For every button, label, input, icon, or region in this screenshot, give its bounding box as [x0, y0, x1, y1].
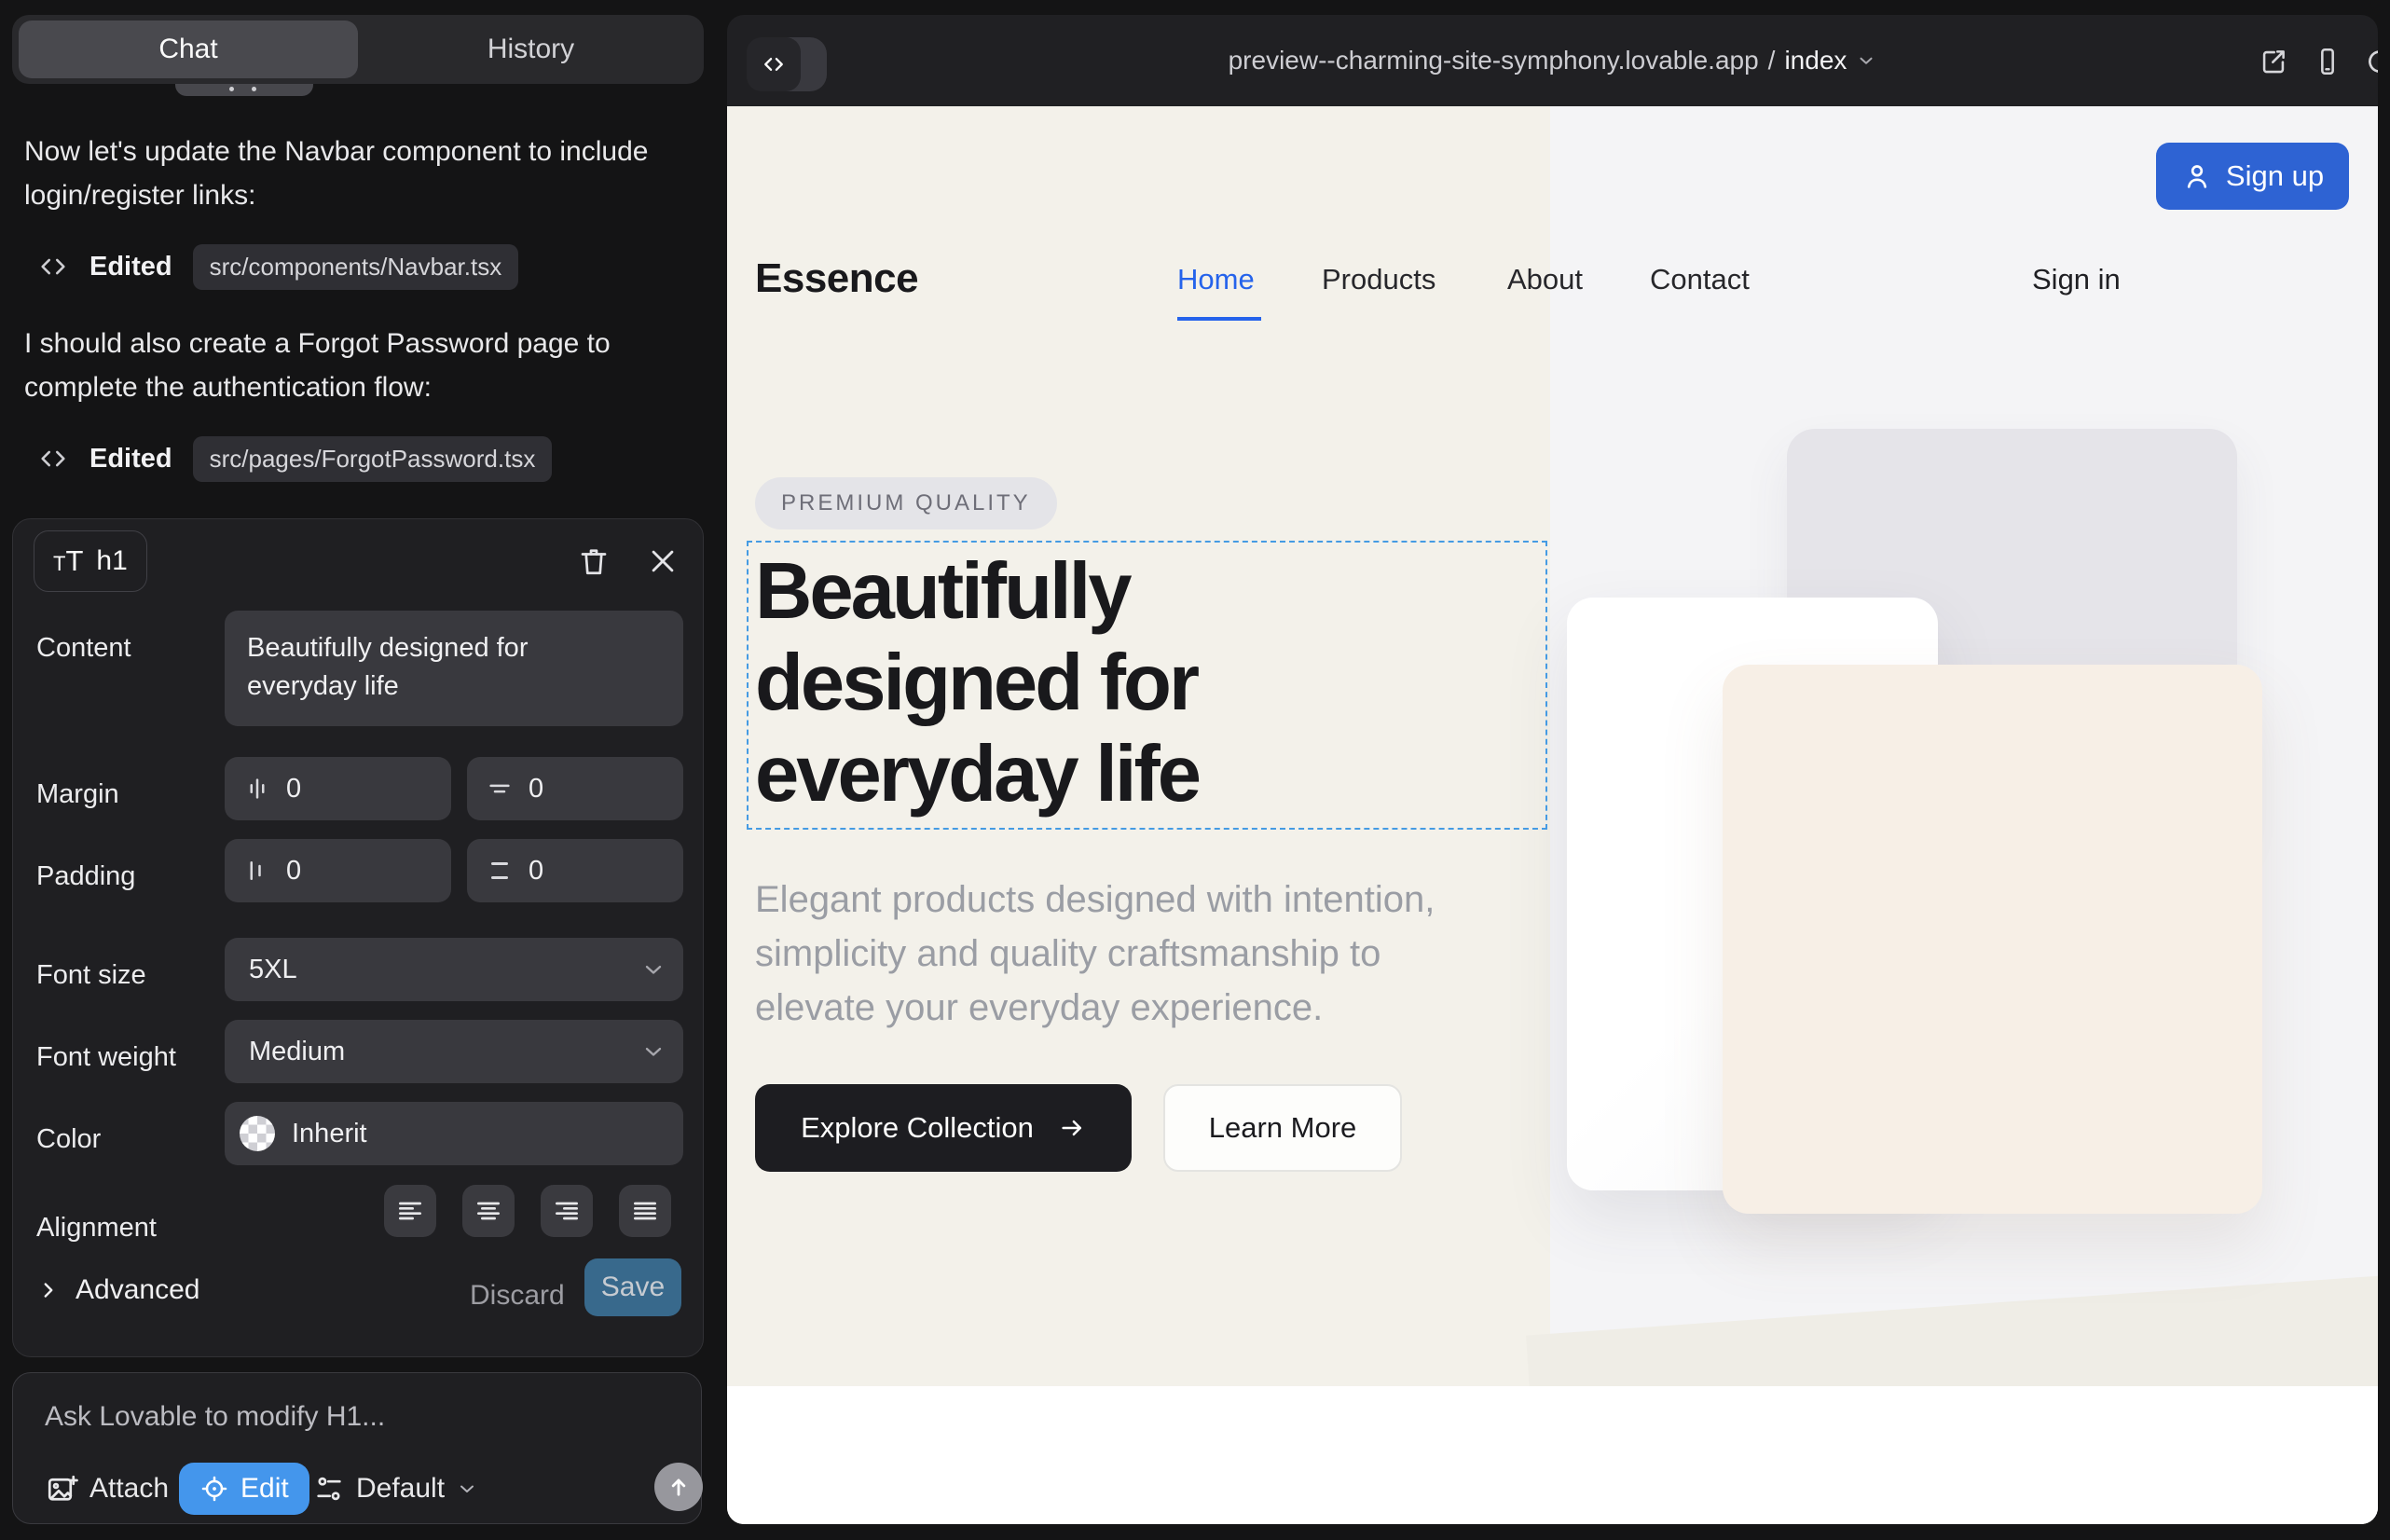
preview-window: preview--charming-site-symphony.lovable.… [727, 15, 2378, 1524]
edited-label: Edited [89, 252, 172, 282]
nav-link-contact[interactable]: Contact [1650, 263, 1750, 296]
padding-horizontal-icon [243, 857, 271, 885]
typography-icon: TT [53, 548, 83, 574]
font-weight-label: Font weight [36, 1042, 176, 1073]
person-icon [2181, 160, 2213, 192]
margin-horizontal-icon [243, 775, 271, 803]
edited-file-row[interactable]: Edited src/components/Navbar.tsx [37, 244, 518, 289]
align-justify-button[interactable] [619, 1185, 671, 1237]
chat-history-tabbar: Chat History [12, 15, 704, 84]
url-bar[interactable]: preview--charming-site-symphony.lovable.… [727, 15, 2378, 106]
sign-in-link[interactable]: Sign in [2032, 263, 2121, 296]
open-in-new-tab-icon[interactable] [2258, 46, 2289, 77]
url-page: index [1784, 46, 1847, 76]
save-button[interactable]: Save [584, 1258, 681, 1316]
content-field[interactable]: Beautifully designed for everyday life [225, 611, 683, 726]
arrow-right-icon [1058, 1114, 1086, 1142]
file-chip[interactable]: src/components/Navbar.tsx [193, 244, 519, 290]
color-select[interactable]: Inherit [225, 1102, 683, 1165]
site-logo[interactable]: Essence [755, 255, 918, 302]
font-size-select[interactable]: 5XL [225, 938, 683, 1001]
chat-message: I should also create a Forgot Password p… [24, 322, 664, 409]
decor-card-cream [1723, 665, 2262, 1214]
url-host: preview--charming-site-symphony.lovable.… [1229, 46, 1759, 76]
prompt-input[interactable] [45, 1401, 641, 1433]
tab-chat[interactable]: Chat [19, 21, 358, 78]
padding-vertical-icon [486, 857, 514, 885]
color-swatch-checker [240, 1116, 275, 1151]
chevron-down-icon [640, 1038, 666, 1065]
margin-y-input[interactable]: 0 [467, 757, 683, 820]
url-separator: / [1768, 46, 1776, 76]
margin-x-input[interactable]: 0 [225, 757, 451, 820]
padding-x-input[interactable]: 0 [225, 839, 451, 902]
refresh-icon[interactable] [2364, 46, 2378, 77]
target-icon [199, 1474, 229, 1504]
element-type-pill[interactable]: TT h1 [34, 530, 147, 592]
edit-mode-button[interactable]: Edit [179, 1463, 309, 1515]
learn-more-button[interactable]: Learn More [1163, 1084, 1402, 1172]
discard-button[interactable]: Discard [470, 1280, 565, 1312]
nav-link-about[interactable]: About [1507, 263, 1583, 296]
send-button[interactable] [654, 1463, 703, 1511]
mobile-view-icon[interactable] [2312, 46, 2343, 77]
attach-button[interactable]: Attach [45, 1464, 169, 1513]
chevron-down-icon [640, 956, 666, 983]
align-center-button[interactable] [462, 1185, 515, 1237]
content-label: Content [36, 633, 131, 664]
chat-message: Now let's update the Navbar component to… [24, 130, 664, 217]
color-label: Color [36, 1124, 101, 1155]
font-weight-select[interactable]: Medium [225, 1020, 683, 1083]
tab-history[interactable]: History [358, 15, 704, 84]
scrolled-chip-partial [175, 84, 313, 96]
margin-label: Margin [36, 779, 119, 810]
delete-element-button[interactable] [572, 540, 615, 583]
element-tag: h1 [96, 545, 127, 577]
chevron-down-icon [1856, 50, 1876, 71]
explore-collection-button[interactable]: Explore Collection [755, 1084, 1132, 1172]
edited-file-row[interactable]: Edited src/pages/ForgotPassword.tsx [37, 436, 552, 481]
prompt-card: Attach Edit Default [12, 1372, 702, 1524]
code-icon [37, 443, 69, 474]
element-inspector-panel: TT h1 Content Beautifully designed for e… [12, 518, 704, 1357]
align-right-button[interactable] [541, 1185, 593, 1237]
nav-link-home[interactable]: Home [1177, 263, 1255, 296]
file-chip[interactable]: src/pages/ForgotPassword.tsx [193, 436, 553, 482]
nav-active-underline [1177, 317, 1261, 321]
premium-quality-badge: PREMIUM QUALITY [755, 477, 1057, 529]
sign-up-button[interactable]: Sign up [2156, 143, 2349, 210]
advanced-toggle[interactable]: Advanced [36, 1274, 199, 1306]
font-size-label: Font size [36, 960, 146, 991]
code-icon [37, 251, 69, 282]
edited-label: Edited [89, 444, 172, 474]
site-preview: Essence Home Products About Contact Sign… [727, 106, 2378, 1524]
margin-vertical-icon [486, 775, 514, 803]
attach-image-icon [45, 1472, 78, 1506]
close-icon[interactable] [641, 540, 684, 583]
hero-paragraph: Elegant products designed with intention… [755, 873, 1538, 1035]
section-below-hero [727, 1386, 2378, 1524]
nav-link-products[interactable]: Products [1322, 263, 1435, 296]
sliders-icon [313, 1473, 345, 1505]
padding-label: Padding [36, 861, 135, 892]
align-left-button[interactable] [384, 1185, 436, 1237]
chevron-right-icon [36, 1278, 61, 1302]
alignment-label: Alignment [36, 1213, 157, 1244]
hero-heading[interactable]: Beautifully designed for everyday life [755, 546, 1519, 820]
chevron-down-icon [456, 1478, 478, 1500]
padding-y-input[interactable]: 0 [467, 839, 683, 902]
model-default-dropdown[interactable]: Default [313, 1464, 478, 1513]
